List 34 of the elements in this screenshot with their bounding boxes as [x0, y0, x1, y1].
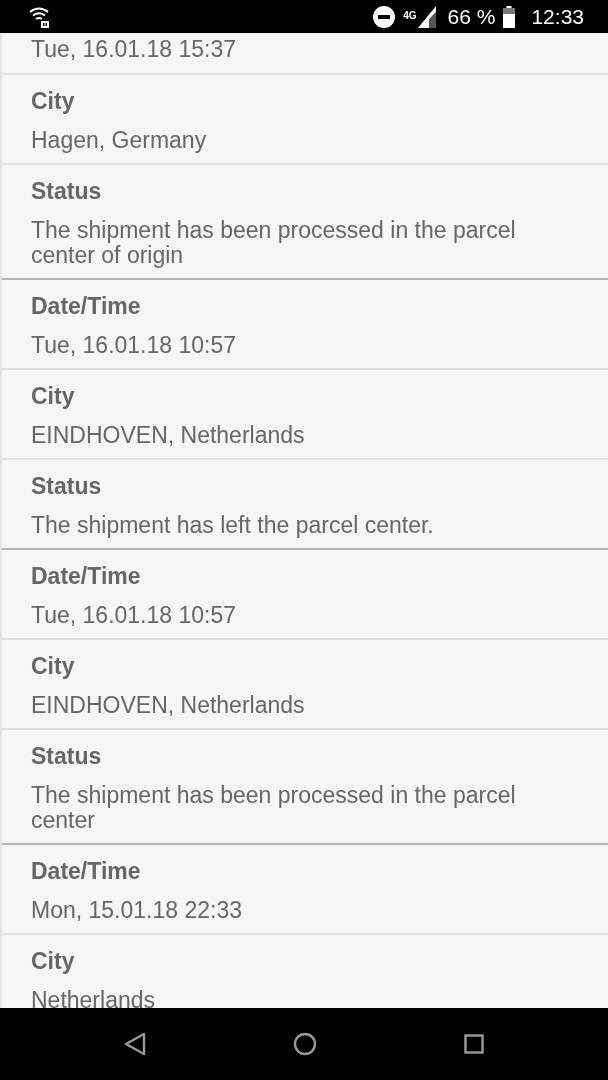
battery-icon	[503, 5, 516, 28]
signal-icon	[417, 5, 436, 28]
field-value: Tue, 16.01.18 10:57	[31, 333, 238, 358]
field-value: The shipment has left the parcel center.	[31, 513, 435, 538]
do-not-disturb-icon	[373, 5, 396, 28]
wifi-icon	[28, 5, 52, 28]
home-button[interactable]	[293, 1032, 317, 1056]
battery-level-text: 66 %	[447, 4, 496, 29]
field-value: Netherlands	[31, 988, 157, 1008]
field-label: Status	[31, 178, 103, 204]
field-value: EINDHOVEN, Netherlands	[31, 423, 306, 448]
network-type-text: 4G	[403, 10, 417, 21]
recents-button[interactable]	[464, 1034, 484, 1054]
field-label: Date/Time	[31, 293, 142, 319]
field-value: EINDHOVEN, Netherlands	[31, 693, 306, 718]
field-label: Status	[31, 473, 103, 499]
clock-text: 12:33	[531, 4, 584, 29]
field-label: City	[31, 653, 76, 679]
field-value: Hagen, Germany	[31, 128, 208, 153]
field-label: Date/Time	[31, 563, 142, 589]
field-value: Tue, 16.01.18 10:57	[31, 603, 238, 628]
field-label: City	[31, 948, 76, 974]
field-value: The shipment has been processed in the parcel center of origin	[31, 218, 517, 268]
back-button[interactable]	[124, 1032, 146, 1056]
field-value: Tue, 16.01.18 15:37	[31, 37, 238, 62]
field-value: Mon, 15.01.18 22:33	[31, 898, 243, 923]
field-label: City	[31, 383, 76, 409]
field-label: City	[31, 88, 76, 114]
field-value: The shipment has been processed in the parcel center	[31, 783, 517, 833]
field-label: Date/Time	[31, 858, 142, 884]
recents-icon	[464, 1034, 484, 1054]
field-label: Status	[31, 743, 103, 769]
home-icon	[293, 1032, 317, 1056]
back-icon	[124, 1032, 146, 1056]
